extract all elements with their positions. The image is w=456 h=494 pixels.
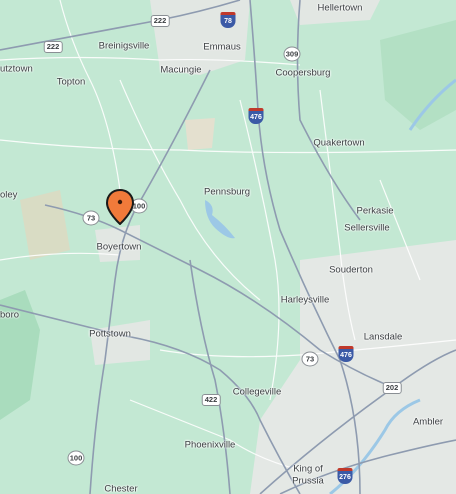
- place-label-breinigsville[interactable]: Breinigsville: [99, 41, 150, 52]
- pa-route-73-shield-west: 73: [82, 210, 100, 226]
- us-route-222-shield: 222: [150, 15, 170, 27]
- place-label-boyertown[interactable]: Boyertown: [97, 242, 142, 253]
- place-label-boro[interactable]: boro: [0, 310, 19, 321]
- forest-area: [185, 118, 215, 150]
- interstate-476-shield-south: 476: [338, 346, 354, 362]
- place-label-ambler[interactable]: Ambler: [413, 417, 443, 428]
- map-base-layer: [0, 0, 456, 494]
- place-label-king-of-prussia-line2[interactable]: Prussia: [292, 476, 324, 487]
- place-label-hellertown[interactable]: Hellertown: [318, 3, 363, 14]
- pa-route-73-shield-east: 73: [301, 351, 319, 367]
- place-label-pennsburg[interactable]: Pennsburg: [204, 187, 250, 198]
- pa-route-100-shield-south: 100: [67, 450, 85, 466]
- interstate-476-shield-north: 476: [248, 108, 264, 124]
- forest-area: [20, 190, 70, 260]
- place-label-harleysville[interactable]: Harleysville: [281, 295, 330, 306]
- urban-area: [250, 240, 456, 494]
- place-label-coopersburg[interactable]: Coopersburg: [276, 68, 331, 79]
- place-label-lansdale[interactable]: Lansdale: [364, 332, 403, 343]
- interstate-276-shield: 276: [337, 468, 353, 484]
- place-label-pottstown[interactable]: Pottstown: [89, 329, 131, 340]
- route-29: [189, 259, 231, 494]
- route-309: [296, 0, 361, 221]
- place-label-emmaus[interactable]: Emmaus: [203, 42, 240, 53]
- place-label-sellersville[interactable]: Sellersville: [344, 223, 389, 234]
- place-label-macungie[interactable]: Macungie: [160, 65, 201, 76]
- map-pin-icon[interactable]: [105, 189, 135, 225]
- place-label-quakertown[interactable]: Quakertown: [313, 138, 364, 149]
- place-label-perkasie[interactable]: Perkasie: [357, 206, 394, 217]
- place-label-topton[interactable]: Topton: [57, 77, 86, 88]
- pa-route-309-shield: 309: [283, 46, 301, 62]
- place-label-phoenixville[interactable]: Phoenixville: [185, 440, 236, 451]
- us-route-202-shield: 202: [382, 382, 402, 394]
- us-route-422-shield: 422: [201, 394, 221, 406]
- forest-area: [380, 20, 456, 130]
- place-label-collegeville[interactable]: Collegeville: [233, 387, 282, 398]
- us-route-222-shield-west: 222: [43, 41, 63, 53]
- place-label-souderton[interactable]: Souderton: [329, 265, 373, 276]
- place-label-chester[interactable]: Chester: [104, 484, 137, 494]
- place-label-king-of-prussia-line1[interactable]: King of: [293, 464, 323, 475]
- reservoir: [205, 200, 235, 239]
- urban-area: [90, 320, 150, 365]
- interstate-78-shield: 78: [220, 12, 236, 28]
- place-label-oley[interactable]: oley: [0, 190, 17, 201]
- map-canvas[interactable]: Hellertown Breinigsville Emmaus utztown …: [0, 0, 456, 494]
- place-label-kutztown[interactable]: utztown: [0, 64, 33, 75]
